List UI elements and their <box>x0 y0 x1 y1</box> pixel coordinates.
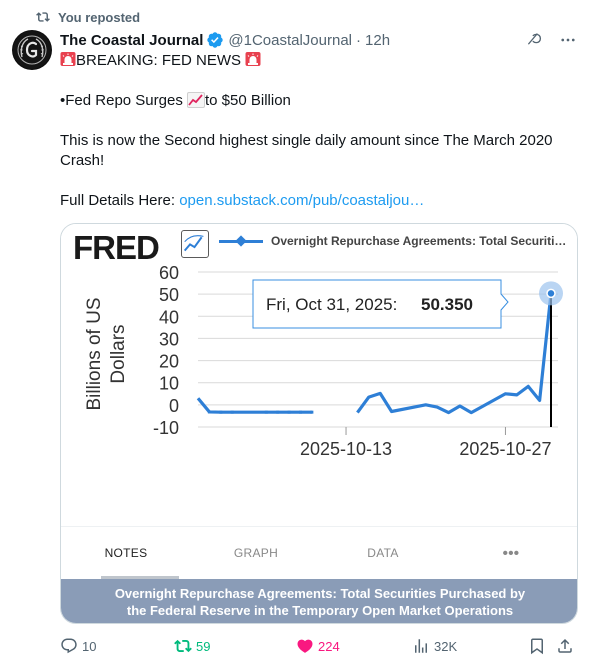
chart-increasing-icon <box>187 92 205 108</box>
repost-icon <box>36 12 50 22</box>
breaking-headline: BREAKING: FED NEWS <box>76 52 242 69</box>
details-prefix: Full Details Here: <box>60 192 176 209</box>
series-point <box>310 410 314 414</box>
more-options-icon[interactable] <box>558 30 578 50</box>
avatar[interactable] <box>12 30 52 70</box>
series-point <box>219 410 223 414</box>
fred-graph-area: 60 50 40 30 20 10 0 -10 2025-10-13 2025-10-27 Bill… <box>61 224 577 526</box>
tweet-line-record: This is now the Second highest single da… <box>60 132 553 169</box>
series-point <box>276 410 280 414</box>
tweet-line-breaking: BREAKING: FED NEWS <box>60 51 578 71</box>
separator-dot: · <box>356 31 362 49</box>
fred-chart-card[interactable]: 60 50 40 30 20 10 0 -10 2025-10-13 2025-10-27 Bill… <box>60 223 578 624</box>
card-tabs: NOTES GRAPH DATA ••• <box>61 526 577 579</box>
series-point <box>298 410 302 414</box>
caption-line-2: the Federal Reserve in the Temporary Ope… <box>126 603 514 618</box>
share-button[interactable] <box>556 636 574 656</box>
social-context-label: You reposted <box>58 9 141 25</box>
hover-point <box>546 288 556 299</box>
tweet-time[interactable]: 12h <box>365 32 390 49</box>
tooltip-date: Fri, Oct 31, 2025: <box>266 295 397 314</box>
reply-icon <box>61 638 77 654</box>
social-context[interactable]: You reposted <box>36 8 140 26</box>
substack-link[interactable]: open.substack.com/pub/coastaljou… <box>179 192 424 209</box>
y-tick-label: -10 <box>153 418 179 438</box>
y-tick-label: 40 <box>159 307 179 327</box>
author-handle[interactable]: @1CoastalJournal <box>228 32 352 49</box>
fred-line-chart: 60504030 20100-10 2025-10-13 2025-10-27 Bill… <box>84 263 563 459</box>
repost-button[interactable]: 59 <box>174 636 210 656</box>
y-tick-label: 30 <box>159 329 179 349</box>
y-tick-label: 20 <box>159 352 179 372</box>
card-caption[interactable]: Overnight Repurchase Agreements: Total S… <box>61 579 577 623</box>
tweet-line-details: Full Details Here: open.substack.com/pub… <box>60 191 578 211</box>
bookmark-button[interactable] <box>528 636 546 656</box>
tab-data[interactable]: DATA <box>338 527 428 579</box>
legend-swatch <box>219 235 263 247</box>
siren-icon <box>245 52 261 66</box>
avatar-logo <box>13 31 51 69</box>
y-tick-label: 0 <box>169 396 179 416</box>
share-icon <box>558 638 572 653</box>
tweet-text: BREAKING: FED NEWS •Fed Repo Surges to $… <box>60 51 578 211</box>
y-tick-label: 10 <box>159 374 179 394</box>
like-count: 224 <box>318 638 340 654</box>
y-tick-label: 50 <box>159 285 179 305</box>
siren-icon <box>60 52 76 66</box>
chart-legend: Overnight Repurchase Agreements: Total S… <box>219 234 566 248</box>
like-button[interactable]: 224 <box>296 636 340 656</box>
tweet-line-repo: •Fed Repo Surges to $50 Billion <box>60 91 578 111</box>
repo-text-suffix: to $50 Billion <box>205 92 291 109</box>
header-actions <box>524 30 578 50</box>
heart-icon <box>297 639 313 653</box>
y-axis-label-line1: Billions of US <box>84 298 105 411</box>
views-button[interactable]: 32K <box>412 636 457 656</box>
fred-logo: FRED <box>73 229 160 266</box>
x-tick-label: 2025-10-13 <box>300 439 392 459</box>
tooltip-value: 50.350 <box>421 295 473 314</box>
tab-notes[interactable]: NOTES <box>81 527 171 579</box>
legend-label: Overnight Repurchase Agreements: Total S… <box>271 234 567 248</box>
grok-icon[interactable] <box>524 30 544 50</box>
series-point <box>287 410 291 414</box>
repost-count: 59 <box>196 638 211 654</box>
views-chart-icon <box>415 639 427 653</box>
y-axis-label-line2: Dollars <box>108 324 129 383</box>
reply-button[interactable]: 10 <box>60 636 96 656</box>
reply-count: 10 <box>82 638 97 654</box>
tab-more[interactable]: ••• <box>471 527 551 579</box>
views-count: 32K <box>434 638 458 654</box>
repost-icon <box>174 639 192 653</box>
tweet-actions: 10 59 224 32K <box>60 636 578 656</box>
repo-text-prefix: •Fed Repo Surges <box>60 92 183 109</box>
caption-line-1: Overnight Repurchase Agreements: Total S… <box>114 586 526 601</box>
fred-trend-icon <box>181 230 209 258</box>
author-name[interactable]: The Coastal Journal <box>60 32 203 49</box>
series-point <box>207 410 211 414</box>
bookmark-icon <box>531 638 543 655</box>
y-tick-label: 60 <box>159 263 179 283</box>
x-tick-label: 2025-10-27 <box>459 439 551 459</box>
series-point <box>264 410 268 414</box>
verified-badge-icon[interactable] <box>206 31 224 49</box>
tweet-header: The Coastal Journal @1CoastalJournal · 1… <box>60 30 578 50</box>
tab-graph[interactable]: GRAPH <box>211 527 301 579</box>
series-point <box>230 410 234 414</box>
